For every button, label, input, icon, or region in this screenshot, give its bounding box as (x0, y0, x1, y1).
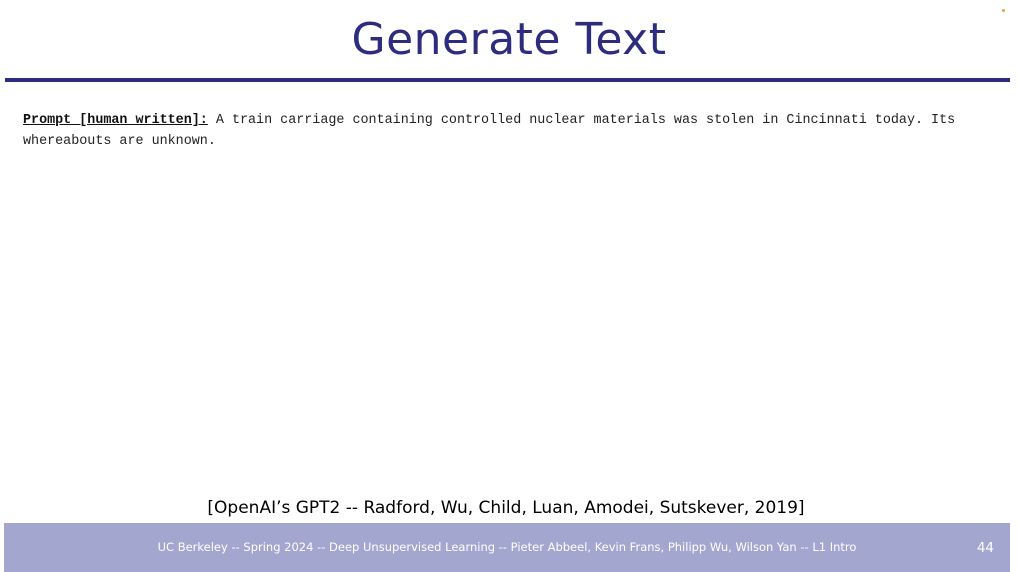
prompt-block: Prompt [human written]: A train carriage… (23, 110, 998, 152)
footer-text: UC Berkeley -- Spring 2024 -- Deep Unsup… (157, 540, 857, 554)
title-divider (5, 78, 1010, 82)
slide-title: Generate Text (351, 14, 667, 65)
accent-dot (1002, 9, 1005, 12)
prompt-label: Prompt [human written]: (23, 113, 208, 128)
page-number: 44 (976, 540, 994, 556)
citation: [OpenAI’s GPT2 -- Radford, Wu, Child, Lu… (207, 498, 805, 518)
footer-bar: UC Berkeley -- Spring 2024 -- Deep Unsup… (4, 523, 1010, 572)
